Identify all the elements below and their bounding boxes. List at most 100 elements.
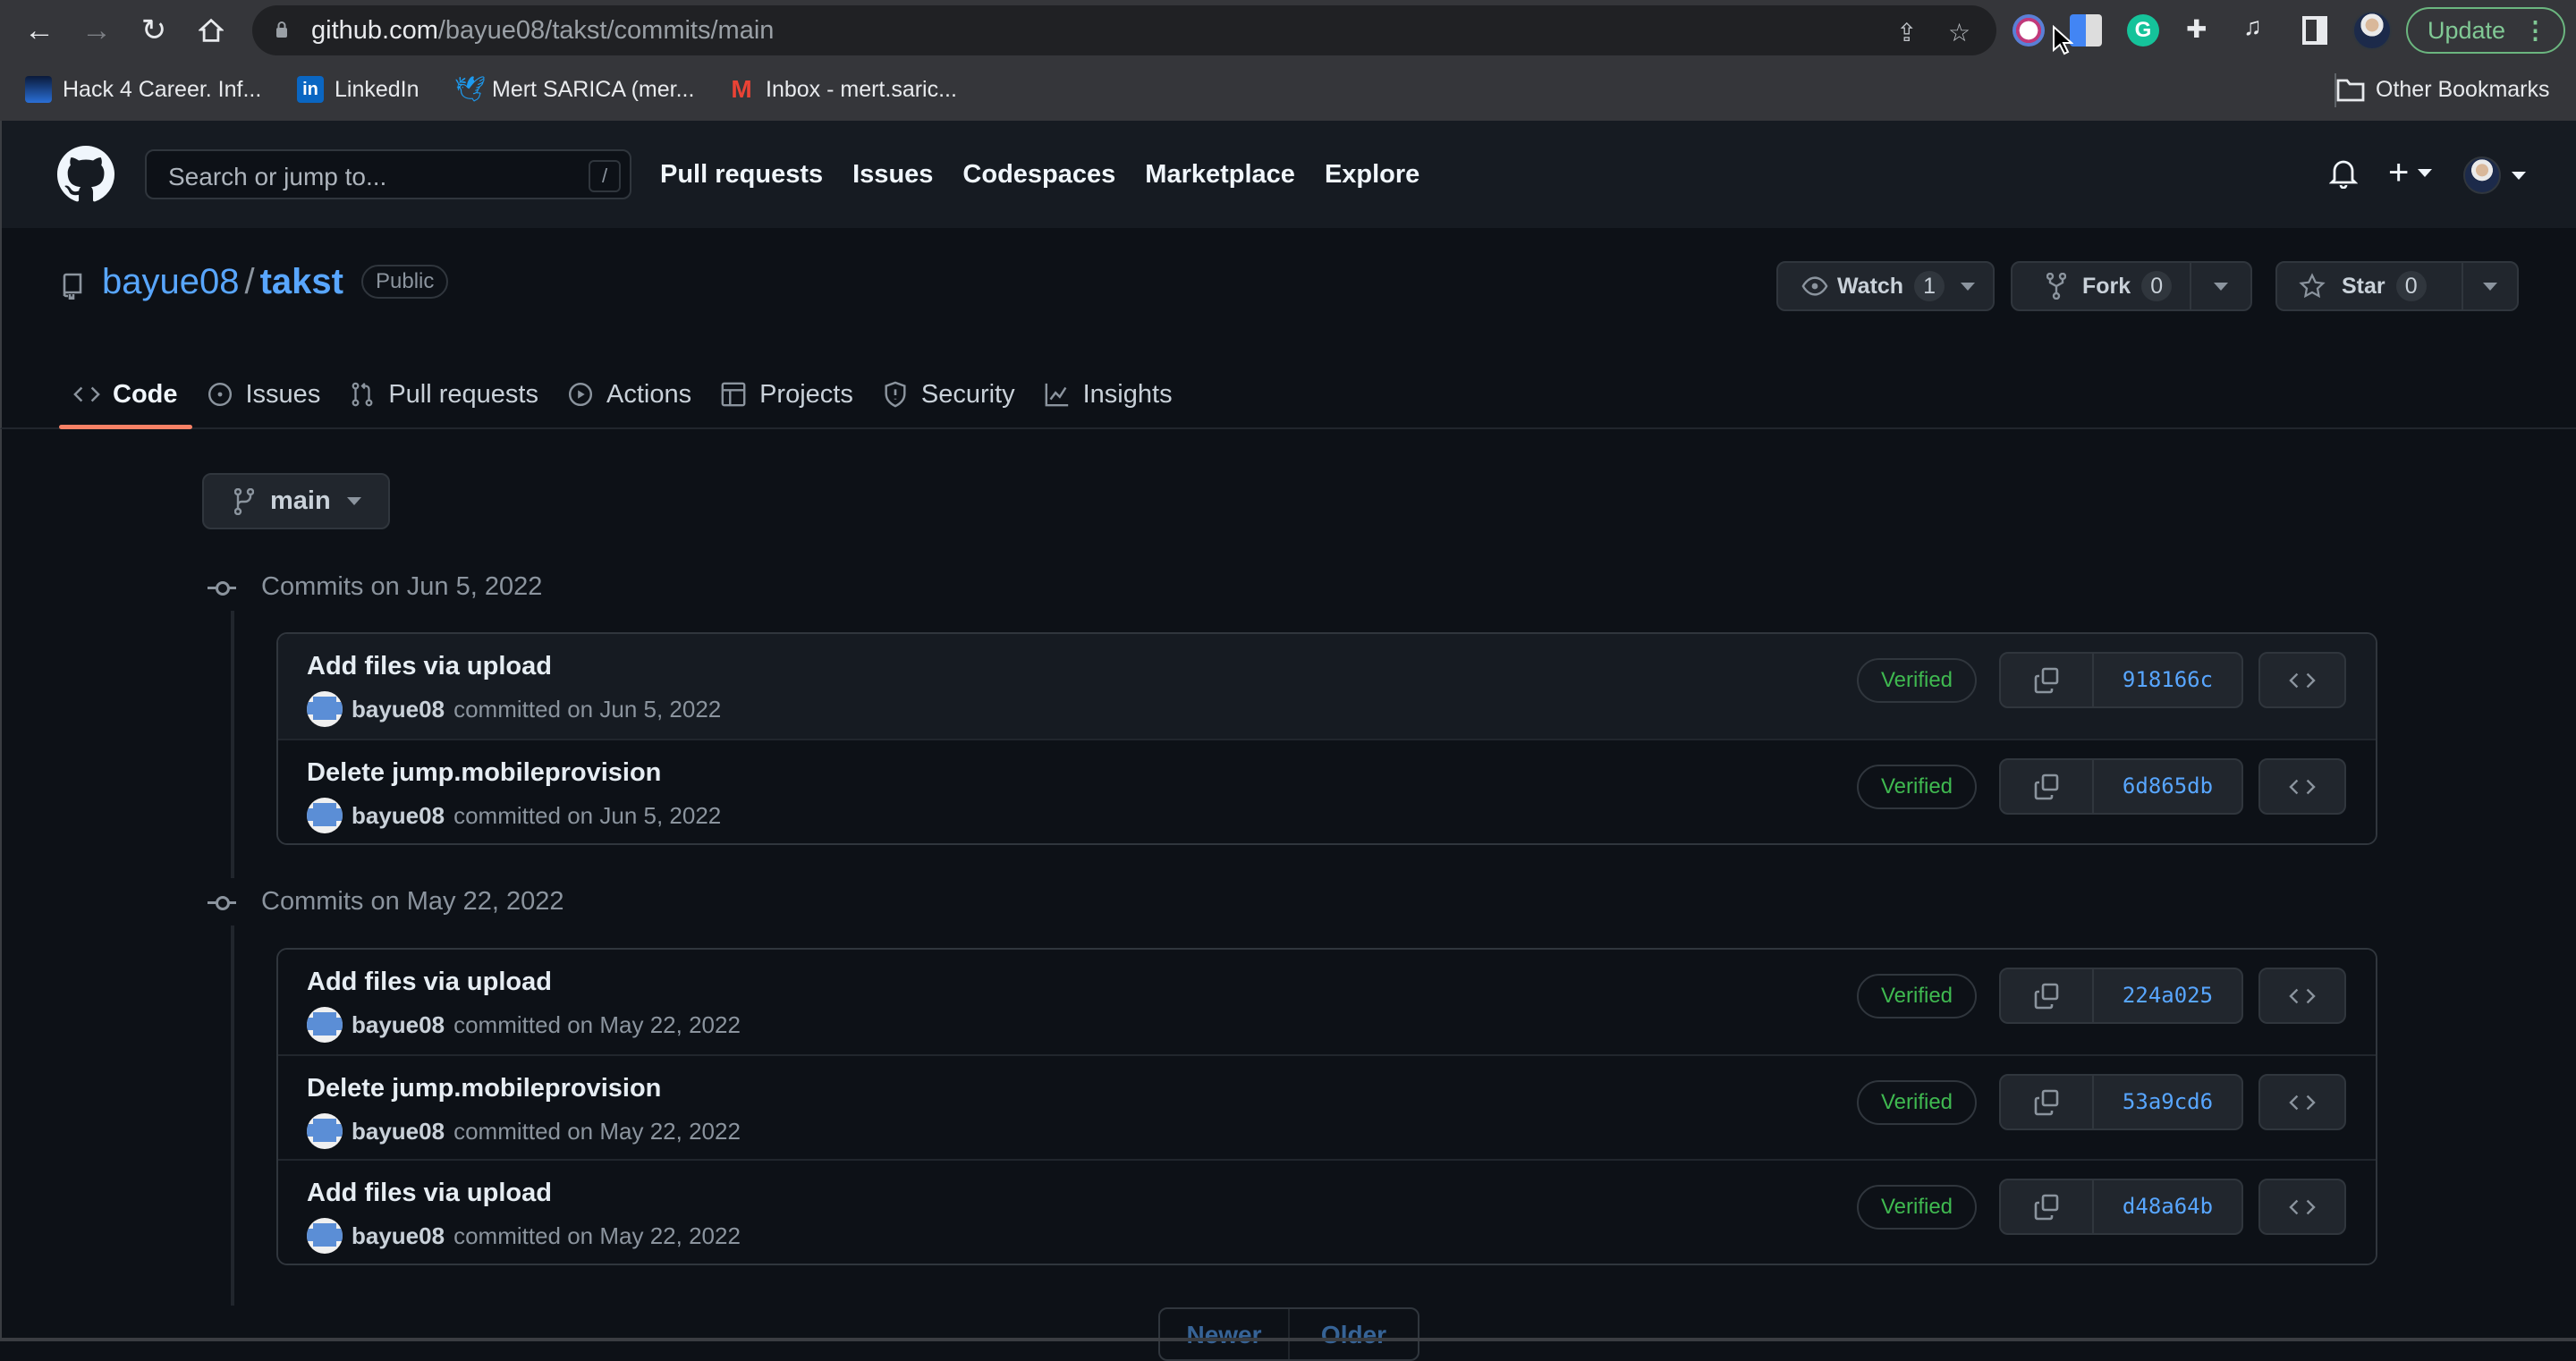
newer-button[interactable]: Newer [1160, 1309, 1290, 1359]
github-logo-icon[interactable] [57, 146, 114, 203]
bookmark-star-icon[interactable]: ☆ [1948, 18, 1970, 47]
tab-code[interactable]: Code [59, 362, 192, 429]
bookmark-item[interactable]: in LinkedIn [297, 73, 419, 106]
author-link[interactable]: bayue08 [352, 1118, 445, 1145]
folder-icon [2336, 79, 2365, 102]
author-link[interactable]: bayue08 [352, 802, 445, 830]
copy-icon [2034, 1194, 2059, 1220]
bookmarks-bar: Hack 4 Career. Inf... in LinkedIn 🕊 Mert… [0, 61, 2576, 121]
commit-group-header: Commits on May 22, 2022 [208, 878, 564, 926]
tab-pull-requests[interactable]: Pull requests [335, 362, 553, 427]
repo-title: bayue08/takst [102, 262, 343, 302]
back-button[interactable]: ← [21, 13, 57, 48]
older-button[interactable]: Older [1290, 1309, 1418, 1359]
user-menu[interactable] [2463, 156, 2526, 194]
commit-message-link[interactable]: Add files via upload [307, 652, 552, 681]
commit-sha-group: d48a64b [1999, 1179, 2243, 1235]
copy-sha-button[interactable] [2001, 1076, 2094, 1129]
repo-owner-link[interactable]: bayue08 [102, 262, 239, 301]
author-avatar[interactable] [307, 798, 343, 833]
media-control-icon[interactable]: ♫ [2243, 13, 2262, 41]
verified-badge[interactable]: Verified [1857, 658, 1977, 703]
repo-icon [63, 273, 82, 300]
browse-repo-at-commit-button[interactable] [2258, 652, 2346, 708]
verified-badge[interactable]: Verified [1857, 1080, 1977, 1125]
author-link[interactable]: bayue08 [352, 1011, 445, 1039]
fork-dropdown[interactable] [2190, 263, 2250, 309]
commit-row: Add files via upload bayue08 committed on… [278, 1159, 2376, 1264]
branch-select-button[interactable]: main [202, 473, 390, 529]
other-bookmarks[interactable]: Other Bookmarks [2336, 73, 2550, 106]
commit-sha-link[interactable]: 918166c [2094, 654, 2241, 706]
browse-repo-at-commit-button[interactable] [2258, 1179, 2346, 1235]
author-avatar[interactable] [307, 1113, 343, 1149]
git-commit-icon [208, 893, 236, 911]
tab-label: Pull requests [388, 379, 538, 409]
copy-sha-button[interactable] [2001, 1180, 2094, 1233]
visibility-badge: Public [361, 265, 449, 299]
author-link[interactable]: bayue08 [352, 696, 445, 723]
notifications-bell-icon[interactable] [2329, 158, 2358, 189]
chrome-profile-avatar[interactable] [2352, 11, 2392, 50]
nav-pull-requests[interactable]: Pull requests [660, 160, 823, 190]
commit-sha-group: 53a9cd6 [1999, 1074, 2243, 1130]
nav-codespaces[interactable]: Codespaces [962, 160, 1115, 190]
verified-badge[interactable]: Verified [1857, 974, 1977, 1019]
pagination: Newer Older [1158, 1307, 1419, 1361]
forward-button[interactable]: → [79, 13, 114, 48]
author-avatar[interactable] [307, 691, 343, 727]
repo-name-link[interactable]: takst [260, 262, 343, 301]
tab-security[interactable]: Security [868, 362, 1030, 427]
commit-message-link[interactable]: Delete jump.mobileprovision [307, 1074, 661, 1103]
tab-projects[interactable]: Projects [706, 362, 868, 427]
browse-repo-at-commit-button[interactable] [2258, 758, 2346, 815]
fork-button[interactable]: Fork 0 [2012, 271, 2190, 301]
author-avatar[interactable] [307, 1007, 343, 1043]
address-bar[interactable]: github.com/bayue08/takst/commits/main ⇪ … [252, 5, 1996, 55]
tab-insights[interactable]: Insights [1030, 362, 1187, 427]
browse-repo-at-commit-button[interactable] [2258, 968, 2346, 1024]
blocker-extension-icon[interactable] [2012, 14, 2045, 46]
commit-sha-link[interactable]: 6d865db [2094, 760, 2241, 813]
commit-sha-link[interactable]: 53a9cd6 [2094, 1076, 2241, 1129]
url-text: github.com/bayue08/takst/commits/main [311, 16, 775, 45]
browse-repo-at-commit-button[interactable] [2258, 1074, 2346, 1130]
git-commit-icon [208, 579, 236, 596]
extensions-puzzle-icon[interactable]: ✚ [2186, 14, 2207, 44]
commit-date: committed on May 22, 2022 [453, 1222, 741, 1249]
author-avatar[interactable] [307, 1218, 343, 1254]
commit-sha-link[interactable]: 224a025 [2094, 969, 2241, 1022]
commit-message-link[interactable]: Add files via upload [307, 968, 552, 997]
translate-extension-icon[interactable] [2070, 14, 2102, 46]
nav-explore[interactable]: Explore [1325, 160, 1419, 190]
bookmark-item[interactable]: Hack 4 Career. Inf... [25, 73, 261, 106]
bookmark-item[interactable]: M Inbox - mert.saric... [728, 73, 957, 106]
bookmark-item[interactable]: 🕊 Mert SARICA (mer... [454, 73, 694, 106]
copy-sha-button[interactable] [2001, 760, 2094, 813]
search-shortcut-hint: / [589, 160, 621, 192]
grammarly-extension-icon[interactable]: G [2127, 14, 2159, 46]
copy-sha-button[interactable] [2001, 969, 2094, 1022]
tab-actions[interactable]: Actions [553, 362, 706, 427]
star-button[interactable]: Star 0 [2277, 271, 2462, 301]
star-dropdown[interactable] [2462, 263, 2517, 309]
reload-button[interactable]: ↻ [136, 13, 172, 48]
nav-issues[interactable]: Issues [852, 160, 933, 190]
commit-message-link[interactable]: Delete jump.mobileprovision [307, 758, 661, 788]
tab-issues[interactable]: Issues [192, 362, 335, 427]
create-new-dropdown[interactable]: + [2388, 155, 2433, 190]
watch-button[interactable]: Watch 1 [1776, 261, 1995, 311]
verified-badge[interactable]: Verified [1857, 765, 1977, 809]
copy-sha-button[interactable] [2001, 654, 2094, 706]
nav-marketplace[interactable]: Marketplace [1145, 160, 1295, 190]
home-button[interactable] [193, 13, 229, 48]
commit-message-link[interactable]: Add files via upload [307, 1179, 552, 1208]
search-input[interactable]: Search or jump to... / [145, 149, 631, 199]
share-icon[interactable]: ⇪ [1896, 18, 1917, 47]
verified-badge[interactable]: Verified [1857, 1185, 1977, 1230]
code-icon [2289, 1199, 2316, 1214]
side-panel-icon[interactable] [2302, 16, 2327, 45]
update-button[interactable]: Update ⋮ [2406, 7, 2565, 54]
commit-sha-link[interactable]: d48a64b [2094, 1180, 2241, 1233]
author-link[interactable]: bayue08 [352, 1222, 445, 1250]
